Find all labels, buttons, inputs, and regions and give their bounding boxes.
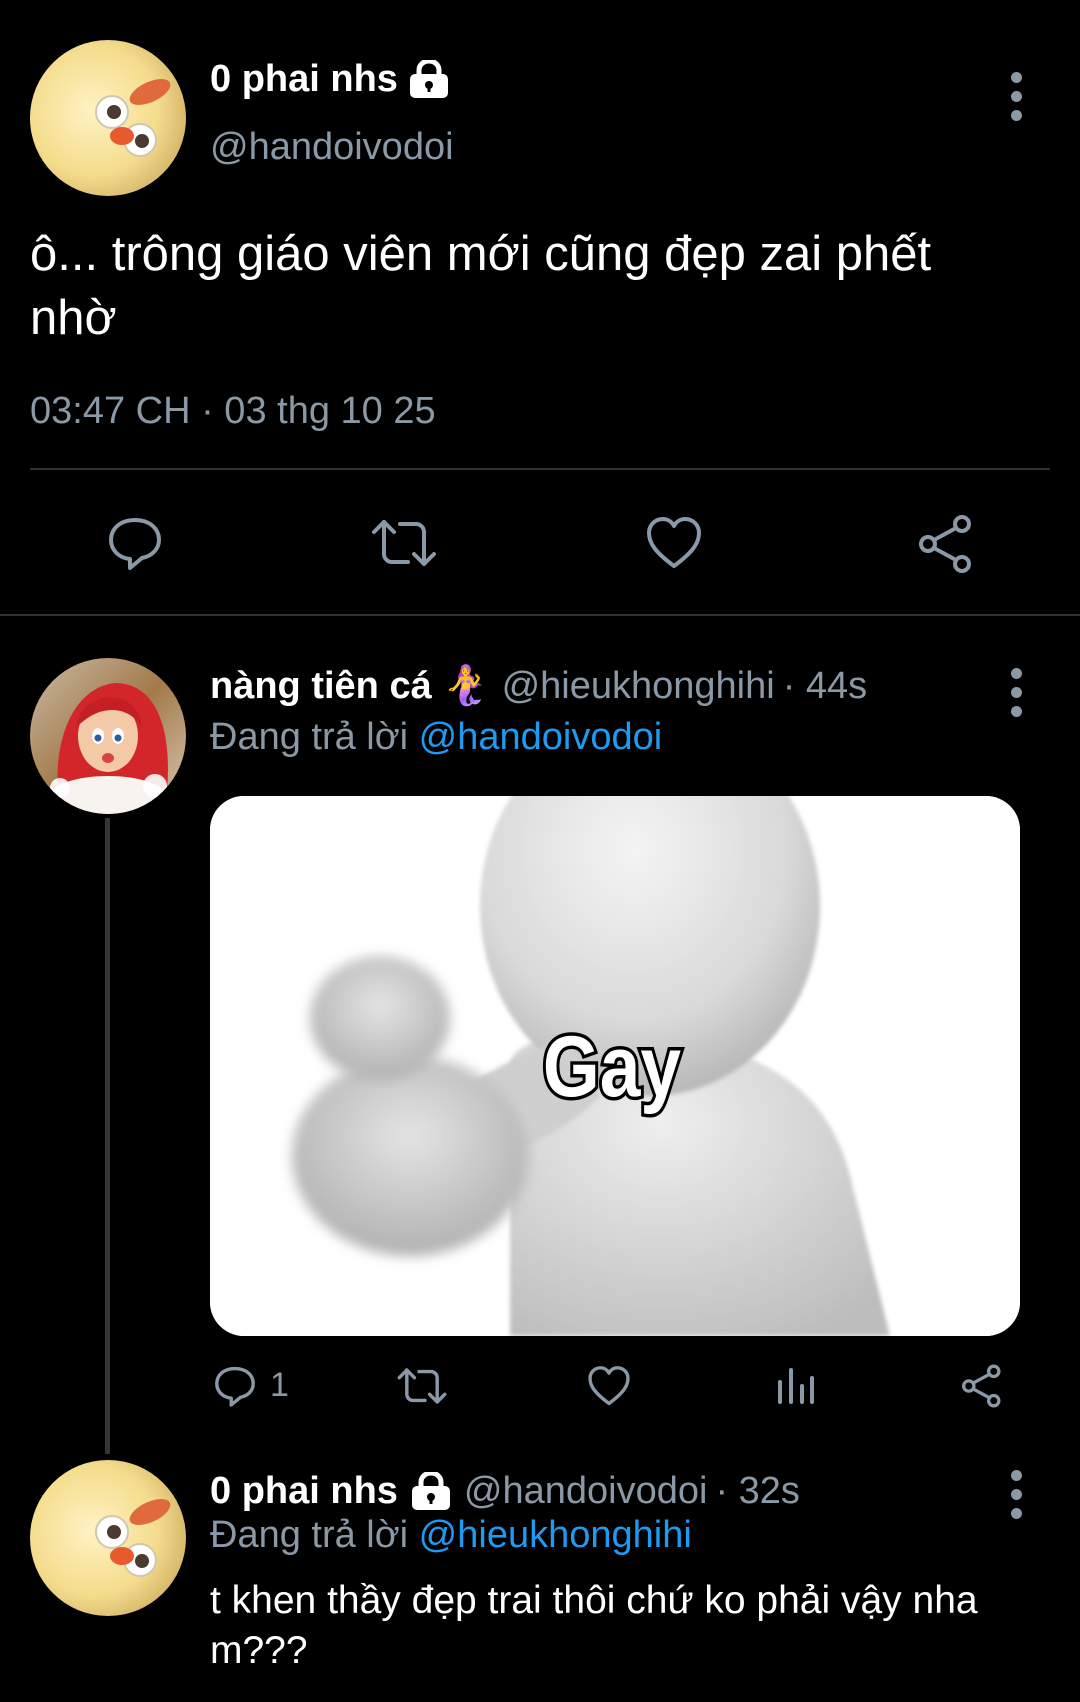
reply-icon[interactable]	[213, 1364, 257, 1408]
replying-to: Đang trả lời @hieukhonghihi	[210, 1514, 692, 1557]
replying-to-handle[interactable]: @hieukhonghihi	[419, 1514, 692, 1556]
post-time: · 32s	[715, 1470, 800, 1512]
post-time: · 44s	[782, 665, 868, 707]
more-options-icon[interactable]	[1011, 1470, 1023, 1527]
tweet-media-image[interactable]: Gay	[210, 796, 1020, 1336]
handle[interactable]: @handoivodoi	[464, 1470, 708, 1513]
share-icon[interactable]	[960, 1364, 1004, 1408]
handle[interactable]: @hieukhonghihi	[502, 665, 775, 708]
more-options-icon[interactable]	[1011, 668, 1023, 725]
reply-count: 1	[270, 1366, 289, 1404]
handle[interactable]: @handoivodoi	[210, 126, 454, 169]
share-icon[interactable]	[916, 514, 976, 574]
replying-to: Đang trả lời @handoivodoi	[210, 716, 662, 759]
avatar[interactable]	[30, 40, 186, 196]
display-name[interactable]: nàng tiên cá 🧜‍♀️	[210, 664, 490, 708]
display-name[interactable]: 0 phai nhs	[210, 1470, 398, 1513]
avatar[interactable]	[30, 658, 186, 814]
display-name[interactable]: 0 phai nhs	[210, 58, 398, 101]
timestamp: 03:47 CH · 03 thg 10 25	[30, 390, 436, 432]
reply-icon[interactable]	[106, 514, 164, 572]
like-icon[interactable]	[587, 1364, 631, 1408]
views-icon[interactable]	[776, 1366, 816, 1406]
tweet-text: ô... trông giáo viên mới cũng đẹp zai ph…	[30, 227, 932, 345]
replying-to-handle[interactable]: @handoivodoi	[419, 716, 663, 758]
avatar[interactable]	[30, 1460, 186, 1616]
like-icon[interactable]	[645, 514, 703, 572]
lock-icon	[408, 59, 450, 100]
divider	[30, 468, 1050, 470]
thread-line	[105, 818, 110, 1454]
image-caption: Gay	[543, 1018, 681, 1114]
replying-prefix: Đang trả lời	[210, 1514, 409, 1556]
tweet-text: t khen thầy đẹp trai thôi chứ ko phải vậ…	[210, 1579, 978, 1672]
retweet-icon[interactable]	[370, 514, 438, 572]
lock-icon	[410, 1471, 452, 1512]
more-options-icon[interactable]	[1011, 72, 1023, 129]
replying-prefix: Đang trả lời	[210, 716, 409, 758]
section-divider	[0, 614, 1080, 616]
retweet-icon[interactable]	[396, 1364, 448, 1408]
